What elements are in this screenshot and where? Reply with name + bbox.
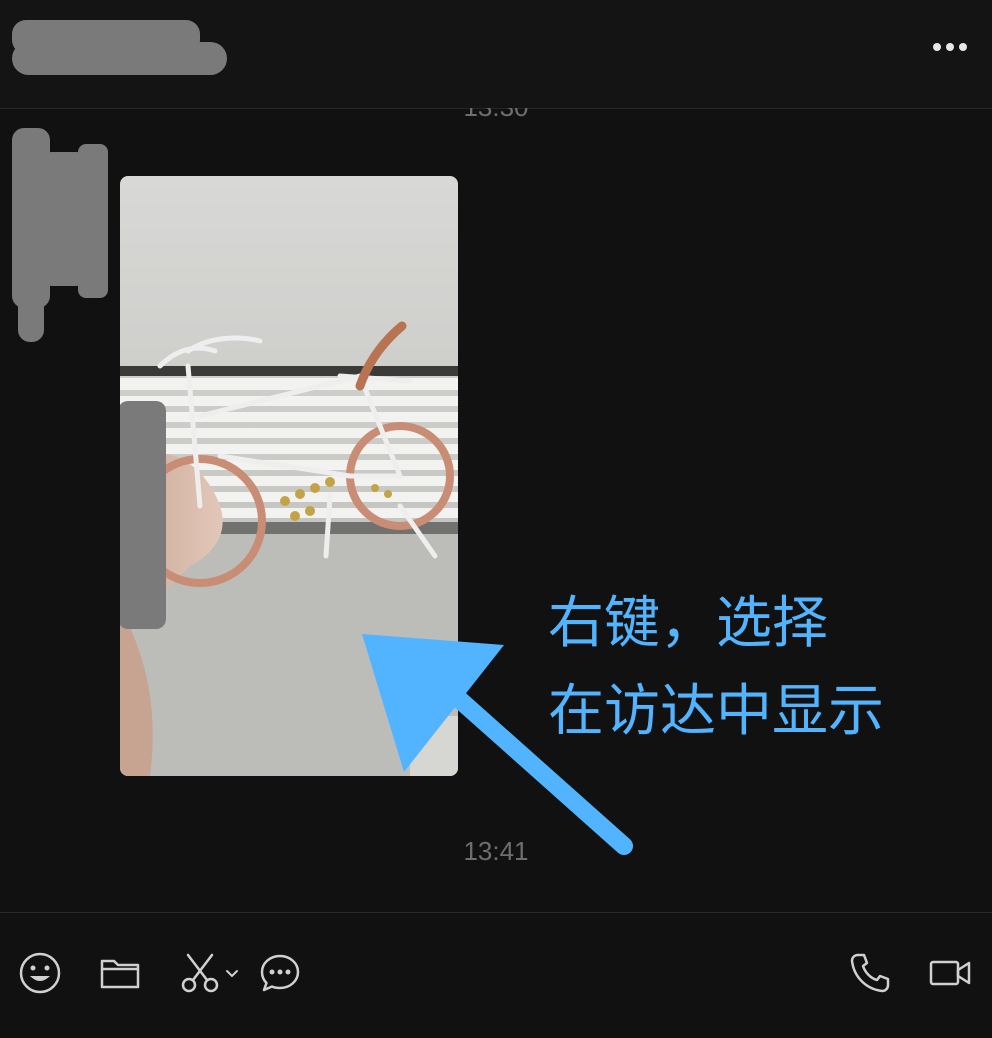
video-call-button[interactable] [926, 949, 974, 997]
chat-header [0, 0, 992, 109]
bicycle-photo [120, 176, 458, 776]
redacted-avatar-part [78, 144, 108, 298]
screenshot-options-dropdown[interactable] [220, 949, 244, 997]
redacted-chat-title-2 [12, 42, 227, 75]
chat-history-button[interactable] [256, 949, 304, 997]
input-toolbar [0, 913, 992, 1038]
annotation-text: 右键，选择 在访达中显示 [548, 580, 884, 756]
emoji-button[interactable] [16, 949, 64, 997]
phone-icon [850, 953, 890, 993]
more-options-button[interactable] [930, 30, 970, 64]
chat-window: 13:30 [0, 0, 992, 1038]
chat-bubble-icon [260, 954, 300, 992]
voice-call-button[interactable] [846, 949, 894, 997]
more-dot-icon [946, 43, 954, 51]
scissors-icon [181, 953, 219, 993]
more-dot-icon [933, 43, 941, 51]
more-dot-icon [959, 43, 967, 51]
emoji-icon [19, 952, 61, 994]
image-message[interactable] [120, 176, 458, 776]
video-camera-icon [929, 960, 971, 986]
folder-icon [100, 959, 140, 989]
timestamp-top: 13:30 [0, 108, 992, 123]
annotation-line-2: 在访达中显示 [548, 679, 884, 744]
chevron-down-icon [226, 970, 238, 978]
annotation-line-1: 右键，选择 [548, 591, 828, 656]
timestamp-clip: 13:30 [0, 108, 992, 128]
screenshot-button[interactable] [176, 949, 224, 997]
timestamp-bottom: 13:41 [463, 836, 529, 866]
redacted-avatar-part [18, 150, 44, 342]
file-button[interactable] [96, 949, 144, 997]
